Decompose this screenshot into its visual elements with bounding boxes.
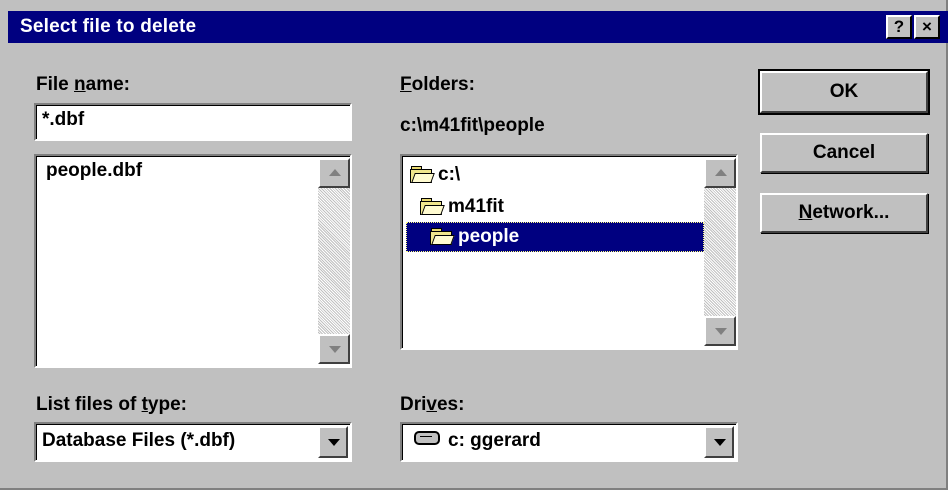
file-type-value: Database Files (*.dbf) [42, 430, 236, 451]
open-folder-icon [420, 198, 445, 215]
cancel-button[interactable]: Cancel [760, 133, 928, 173]
drives-dropdown-button[interactable] [704, 426, 734, 458]
file-type-label: List files of type: [36, 394, 187, 415]
scroll-down-arrow-icon [329, 346, 341, 353]
select-file-dialog: Select file to delete ? × File name: *.d… [0, 0, 948, 490]
network-button[interactable]: Network... [760, 193, 928, 233]
file-list[interactable]: people.dbf [34, 154, 352, 368]
scroll-up-arrow-icon [715, 169, 727, 176]
file-name-input[interactable]: *.dbf [34, 103, 352, 141]
file-name-label: File name: [36, 74, 130, 95]
folder-scroll-up-button[interactable] [704, 158, 736, 188]
file-type-dropdown-button[interactable] [318, 426, 348, 458]
chevron-down-icon [714, 439, 726, 446]
folders-label: Folders: [400, 74, 475, 95]
file-scroll-up-button[interactable] [318, 158, 350, 188]
file-list-item[interactable]: people.dbf [46, 160, 142, 182]
file-name-value: *.dbf [42, 109, 85, 130]
current-path: c:\m41fit\people [400, 115, 545, 136]
close-icon: × [922, 17, 932, 36]
folder-item-people[interactable]: people [430, 226, 519, 248]
folder-tree-scrollbar[interactable] [704, 158, 736, 346]
file-list-scrollbar[interactable] [318, 158, 350, 364]
scroll-down-arrow-icon [715, 328, 727, 335]
ok-button[interactable]: OK [758, 69, 930, 115]
chevron-down-icon [328, 439, 340, 446]
drives-label: Drives: [400, 394, 465, 415]
dialog-title: Select file to delete [20, 16, 197, 37]
close-button[interactable]: × [914, 15, 940, 39]
folder-item-root[interactable]: c:\ [410, 164, 460, 186]
folder-tree[interactable]: c:\ m41fit people [400, 154, 738, 350]
drives-select[interactable]: c: ggerard [400, 422, 738, 462]
open-folder-icon [430, 228, 455, 245]
hard-drive-icon [414, 431, 440, 445]
scroll-up-arrow-icon [329, 169, 341, 176]
title-bar[interactable]: Select file to delete ? × [8, 11, 948, 43]
file-scroll-down-button[interactable] [318, 334, 350, 364]
open-folder-icon [410, 166, 435, 183]
help-icon: ? [893, 17, 905, 36]
folder-scroll-down-button[interactable] [704, 316, 736, 346]
file-type-select[interactable]: Database Files (*.dbf) [34, 422, 352, 462]
help-button[interactable]: ? [886, 15, 912, 39]
drives-value: c: ggerard [414, 430, 541, 452]
folder-item-m41fit[interactable]: m41fit [420, 196, 504, 218]
